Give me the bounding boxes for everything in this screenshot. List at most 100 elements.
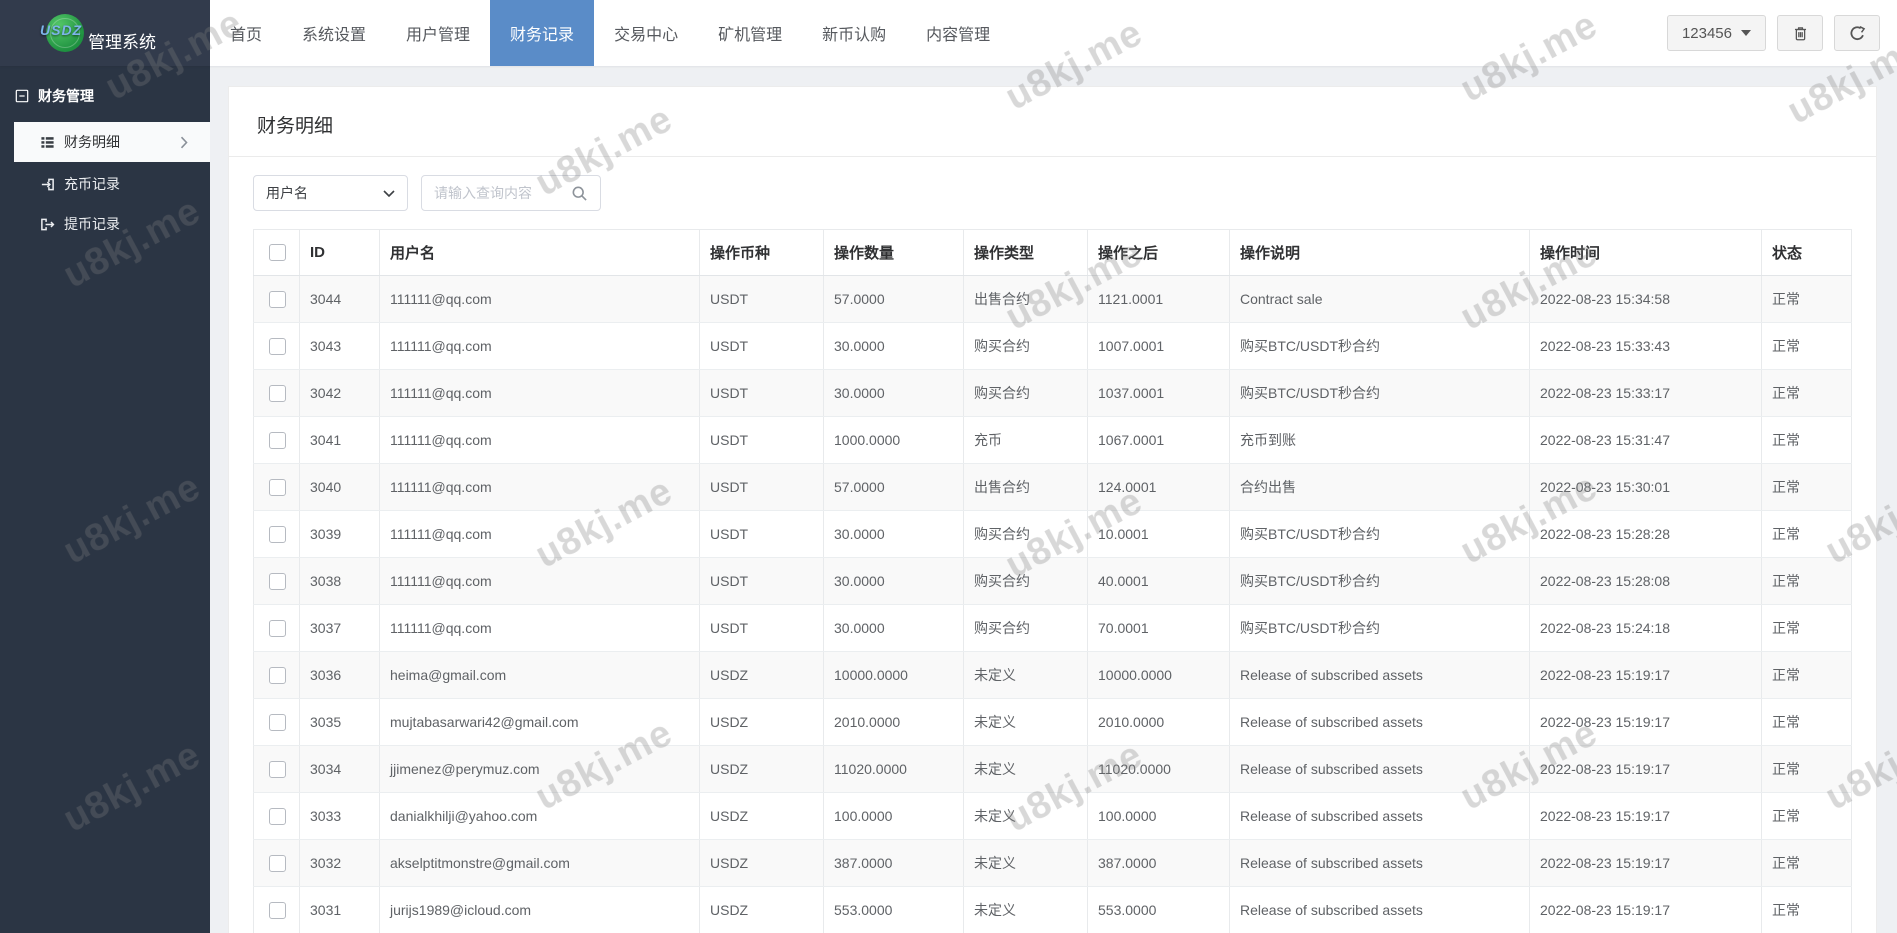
table-cell: 2010.0000 [823, 698, 964, 746]
table-cell: 正常 [1761, 886, 1852, 933]
row-checkbox[interactable] [269, 572, 286, 590]
select-all-checkbox[interactable] [269, 244, 286, 261]
table-cell: 30.0000 [823, 322, 964, 370]
table-cell: danialkhilji@yahoo.com [379, 792, 700, 840]
table-cell: USDT [699, 322, 824, 370]
table-row: 3035 mujtabasarwari42@gmail.com USDZ 2010.0… [253, 698, 1852, 746]
sidebar-section-finance[interactable]: 财务管理 [0, 66, 210, 120]
table-row: 3033 danialkhilji@yahoo.com USDZ 100.0000 未定… [253, 792, 1852, 840]
row-checkbox[interactable] [269, 290, 286, 308]
sidebar-item-label: 充币记录 [64, 176, 120, 192]
search-input[interactable] [434, 185, 571, 201]
table-cell: 正常 [1761, 275, 1852, 323]
table-cell: 11020.0000 [1087, 745, 1230, 793]
column-header: 操作说明 [1229, 229, 1530, 276]
table-cell: 100.0000 [823, 792, 964, 840]
table-cell: 充币 [963, 416, 1088, 464]
row-checkbox[interactable] [269, 854, 286, 872]
table-cell: 2022-08-23 15:28:08 [1529, 557, 1762, 605]
row-checkbox[interactable] [269, 431, 286, 449]
row-checkbox[interactable] [269, 478, 286, 496]
row-checkbox[interactable] [269, 713, 286, 731]
table-cell: USDZ [699, 839, 824, 887]
table-cell: 2022-08-23 15:19:17 [1529, 745, 1762, 793]
table-cell: 正常 [1761, 839, 1852, 887]
user-dropdown-label: 123456 [1681, 24, 1732, 42]
table-cell: 未定义 [963, 792, 1088, 840]
table-cell: 正常 [1761, 745, 1852, 793]
table-cell: 111111@qq.com [379, 604, 700, 652]
sidebar-item[interactable]: 充币记录 [0, 164, 210, 204]
table-cell: 111111@qq.com [379, 463, 700, 511]
logo-coin-text: USDZ [40, 22, 83, 38]
column-header: 操作数量 [823, 229, 964, 276]
table-cell: 111111@qq.com [379, 369, 700, 417]
table-cell: 3032 [299, 839, 380, 887]
table-cell: 充币到账 [1229, 416, 1530, 464]
trash-icon [1792, 25, 1809, 42]
table-cell: 111111@qq.com [379, 557, 700, 605]
table-cell: USDZ [699, 698, 824, 746]
column-header: ID [299, 229, 380, 276]
table-cell: 正常 [1761, 463, 1852, 511]
table-cell: 3036 [299, 651, 380, 699]
table-cell: 100.0000 [1087, 792, 1230, 840]
row-checkbox[interactable] [269, 384, 286, 402]
table-cell: 未定义 [963, 839, 1088, 887]
table-row: 3044 111111@qq.com USDT 57.0000 出售合约 1121.000… [253, 275, 1852, 323]
nav-item[interactable]: 矿机管理 [698, 0, 802, 66]
column-header: 操作类型 [963, 229, 1088, 276]
table-cell: 30.0000 [823, 557, 964, 605]
table-cell: 购买BTC/USDT秒合约 [1229, 604, 1530, 652]
row-checkbox[interactable] [269, 525, 286, 543]
row-checkbox[interactable] [269, 619, 286, 637]
table-cell: USDZ [699, 792, 824, 840]
nav-item[interactable]: 新币认购 [802, 0, 906, 66]
table-cell: Release of subscribed assets [1229, 886, 1530, 933]
nav-item[interactable]: 首页 [210, 0, 282, 66]
nav-item[interactable]: 内容管理 [906, 0, 1010, 66]
table-cell: 1121.0001 [1087, 275, 1230, 323]
sidebar-item[interactable]: 财务明细 [14, 122, 210, 162]
logout-button[interactable] [1834, 15, 1880, 51]
nav-item[interactable]: 交易中心 [594, 0, 698, 66]
row-checkbox[interactable] [269, 901, 286, 919]
table-row: 3031 jurijs1989@icloud.com USDZ 553.0000 未定义… [253, 886, 1852, 933]
filter-toolbar: 用户名 [253, 175, 1852, 211]
sidebar-item-label: 提币记录 [64, 216, 120, 232]
sidebar-section-label: 财务管理 [38, 88, 94, 104]
table-cell: 40.0001 [1087, 557, 1230, 605]
table-cell: 3038 [299, 557, 380, 605]
row-checkbox[interactable] [269, 807, 286, 825]
nav-item[interactable]: 财务记录 [490, 0, 595, 66]
table-cell: 正常 [1761, 651, 1852, 699]
table-cell: 未定义 [963, 651, 1088, 699]
table-cell: 购买BTC/USDT秒合约 [1229, 369, 1530, 417]
table-cell: USDT [699, 604, 824, 652]
table-cell: 购买BTC/USDT秒合约 [1229, 322, 1530, 370]
sidebar: 财务管理 财务明细充币记录提币记录 [0, 66, 210, 933]
clear-cache-button[interactable] [1777, 15, 1823, 51]
row-checkbox[interactable] [269, 666, 286, 684]
row-checkbox[interactable] [269, 337, 286, 355]
nav-item[interactable]: 系统设置 [282, 0, 386, 66]
filter-select[interactable]: 用户名 [253, 175, 408, 211]
table-row: 3041 111111@qq.com USDT 1000.0000 充币 1067.000… [253, 416, 1852, 464]
table-row: 3037 111111@qq.com USDT 30.0000 购买合约 70.0001 购… [253, 604, 1852, 652]
sidebar-item[interactable]: 提币记录 [0, 204, 210, 244]
table-cell: 正常 [1761, 322, 1852, 370]
table-cell: 2022-08-23 15:31:47 [1529, 416, 1762, 464]
table-row: 3034 jjimenez@perymuz.com USDZ 11020.0000 未定… [253, 745, 1852, 793]
search-icon[interactable] [571, 185, 588, 202]
main-content: 财务明细 用户名 请输入查询内容 ID 用户名 操作币种 操作数量 操作类型 操… [210, 66, 1897, 933]
app-logo: USDZ 管理系统 [0, 0, 210, 66]
nav-item[interactable]: 用户管理 [386, 0, 490, 66]
row-checkbox[interactable] [269, 760, 286, 778]
table-cell: 购买合约 [963, 557, 1088, 605]
table-cell: 购买合约 [963, 369, 1088, 417]
collapse-square-icon [15, 89, 29, 103]
user-dropdown-button[interactable]: 123456 [1666, 15, 1766, 51]
table-cell: 2022-08-23 15:33:17 [1529, 369, 1762, 417]
table-cell: 3043 [299, 322, 380, 370]
table-cell: 未定义 [963, 886, 1088, 933]
